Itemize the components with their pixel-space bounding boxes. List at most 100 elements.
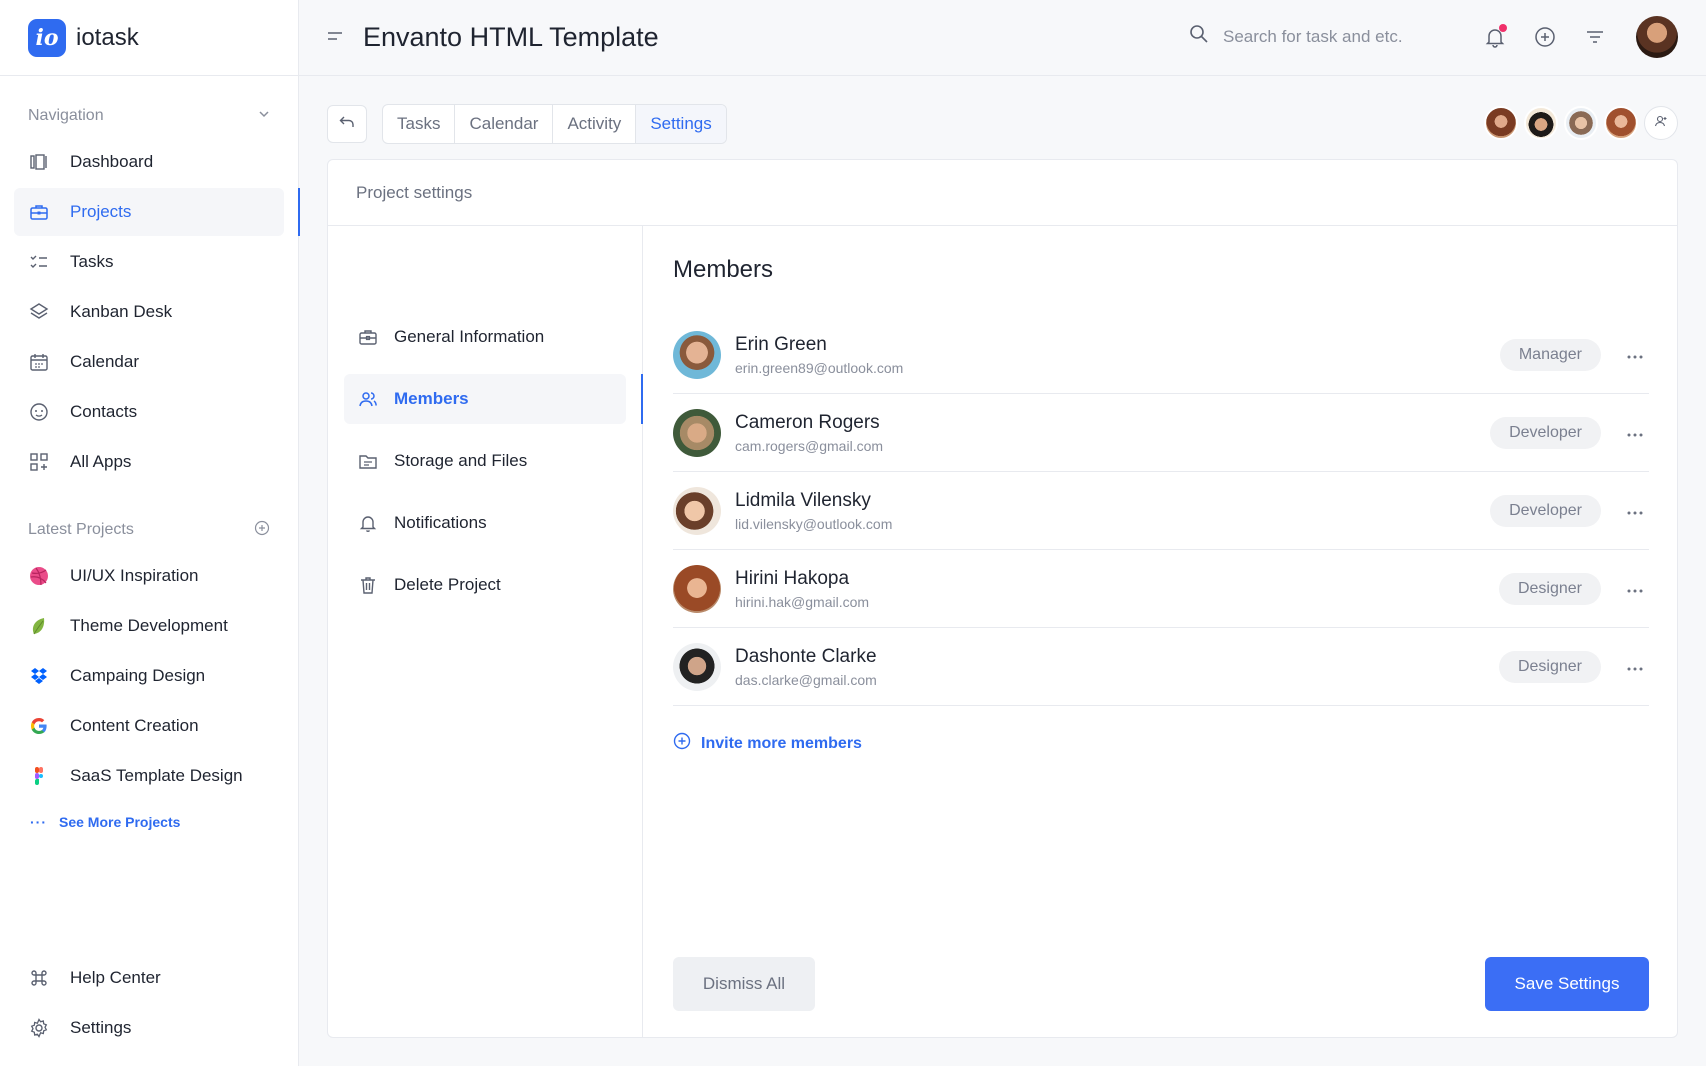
project-item-content-creation[interactable]: Content Creation: [14, 702, 284, 750]
sidebar-item-help-center[interactable]: Help Center: [14, 954, 284, 1002]
tab-settings[interactable]: Settings: [636, 105, 726, 143]
invite-members-link[interactable]: Invite more members: [673, 732, 1649, 755]
dots-icon: ···: [30, 814, 47, 830]
member-name: Dashonte Clarke: [735, 645, 877, 667]
sidebar-item-projects[interactable]: Projects: [14, 188, 300, 236]
google-icon: [28, 715, 50, 737]
see-more-projects-link[interactable]: ··· See More Projects: [0, 802, 298, 842]
sidebar-item-calendar[interactable]: Calendar: [14, 338, 284, 386]
settings-item-label: Delete Project: [394, 575, 501, 594]
sidebar: io iotask Navigation Dashboard Projects …: [0, 0, 300, 1066]
member-info: Erin Green erin.green89@outlook.com: [735, 334, 1500, 376]
add-project-icon[interactable]: [254, 520, 270, 541]
add-circle-icon[interactable]: [1534, 26, 1558, 50]
project-item-label: Content Creation: [70, 716, 199, 735]
member-avatar: [673, 486, 721, 535]
avatar[interactable]: [1524, 106, 1558, 140]
sidebar-item-label: Dashboard: [70, 152, 154, 171]
project-item-saas-template-design[interactable]: SaaS Template Design: [14, 752, 284, 800]
avatar[interactable]: [1484, 106, 1518, 140]
project-item-theme-development[interactable]: Theme Development: [14, 602, 284, 650]
sidebar-item-label: Help Center: [70, 968, 161, 987]
more-options-icon[interactable]: [1627, 502, 1645, 520]
dashboard-icon: [28, 151, 50, 173]
bell-icon[interactable]: [1484, 24, 1508, 50]
project-tabs: Tasks Calendar Activity Settings: [382, 104, 727, 144]
back-arrow-icon: [339, 115, 355, 134]
add-member-button[interactable]: [1644, 106, 1678, 140]
brand[interactable]: io iotask: [0, 0, 298, 76]
settings-nav: General Information Members Storage and …: [328, 226, 643, 1037]
sidebar-item-settings[interactable]: Settings: [14, 1004, 284, 1052]
member-row: Dashonte Clarke das.clarke@gmail.com Des…: [673, 628, 1649, 706]
settings-item-general-information[interactable]: General Information: [344, 312, 626, 362]
role-badge[interactable]: Designer: [1498, 650, 1601, 683]
save-settings-button[interactable]: Save Settings: [1485, 957, 1649, 1011]
role-badge[interactable]: Designer: [1498, 572, 1601, 605]
panel-title: Project settings: [328, 160, 1677, 226]
tab-calendar[interactable]: Calendar: [455, 105, 554, 143]
sidebar-item-tasks[interactable]: Tasks: [14, 238, 284, 286]
menu-icon[interactable]: [327, 29, 343, 47]
top-bar: Envanto HTML Template: [299, 0, 1706, 76]
role-badge[interactable]: Manager: [1499, 338, 1601, 371]
dismiss-all-button[interactable]: Dismiss All: [673, 957, 815, 1011]
members-title: Members: [673, 256, 774, 283]
member-avatar: [673, 564, 721, 613]
gear-icon: [28, 1017, 50, 1039]
project-item-label: UI/UX Inspiration: [70, 566, 199, 585]
dropbox-icon: [28, 665, 50, 687]
avatar[interactable]: [1564, 106, 1598, 140]
navigation-header[interactable]: Navigation: [0, 96, 298, 136]
tab-tasks[interactable]: Tasks: [383, 105, 456, 143]
project-item-uiux-inspiration[interactable]: UI/UX Inspiration: [14, 552, 284, 600]
member-info: Lidmila Vilensky lid.vilensky@outlook.co…: [735, 490, 1490, 532]
more-options-icon[interactable]: [1627, 346, 1645, 364]
plus-circle-icon: [673, 732, 701, 755]
more-options-icon[interactable]: [1627, 658, 1645, 676]
role-badge[interactable]: Developer: [1490, 494, 1601, 527]
back-button[interactable]: [327, 105, 367, 143]
chevron-down-icon[interactable]: [258, 107, 270, 125]
member-name: Lidmila Vilensky: [735, 489, 871, 511]
members-section: Members Erin Green erin.green89@outlook.…: [673, 226, 1649, 1037]
avatar[interactable]: [1604, 106, 1638, 140]
search-box[interactable]: [1189, 24, 1443, 49]
settings-item-members[interactable]: Members: [344, 374, 643, 424]
folder-icon: [358, 451, 378, 471]
user-avatar[interactable]: [1636, 16, 1678, 58]
project-item-campaing-design[interactable]: Campaing Design: [14, 652, 284, 700]
settings-item-notifications[interactable]: Notifications: [344, 498, 626, 548]
member-info: Dashonte Clarke das.clarke@gmail.com: [735, 646, 1499, 688]
briefcase-icon: [28, 201, 50, 223]
sidebar-item-label: All Apps: [70, 452, 132, 471]
member-avatar: [673, 408, 721, 457]
settings-item-storage-and-files[interactable]: Storage and Files: [344, 436, 626, 486]
member-info: Hirini Hakopa hirini.hak@gmail.com: [735, 568, 1499, 610]
sidebar-item-contacts[interactable]: Contacts: [14, 388, 284, 436]
tab-activity[interactable]: Activity: [553, 105, 637, 143]
latest-projects-header: Latest Projects: [0, 510, 298, 550]
filter-icon[interactable]: [1584, 26, 1608, 50]
role-badge[interactable]: Developer: [1490, 416, 1601, 449]
sidebar-item-label: Contacts: [70, 402, 138, 421]
briefcase-icon: [358, 327, 378, 347]
team-avatars: [1484, 106, 1678, 140]
more-options-icon[interactable]: [1627, 424, 1645, 442]
sidebar-item-dashboard[interactable]: Dashboard: [14, 138, 284, 186]
invite-label: Invite more members: [701, 734, 862, 752]
calendar-icon: [28, 351, 50, 373]
settings-item-delete-project[interactable]: Delete Project: [344, 560, 626, 610]
member-email: das.clarke@gmail.com: [735, 671, 877, 688]
sidebar-item-all-apps[interactable]: All Apps: [14, 438, 284, 486]
settings-item-label: General Information: [394, 327, 545, 346]
page-title: Envanto HTML Template: [363, 22, 659, 52]
search-input[interactable]: [1223, 26, 1443, 47]
member-email: cam.rogers@gmail.com: [735, 437, 884, 454]
header-actions: [1484, 24, 1608, 50]
more-options-icon[interactable]: [1627, 580, 1645, 598]
grid-icon: [28, 451, 50, 473]
sidebar-item-label: Settings: [70, 1018, 132, 1037]
sidebar-item-kanban-desk[interactable]: Kanban Desk: [14, 288, 284, 336]
settings-item-label: Members: [394, 389, 469, 408]
